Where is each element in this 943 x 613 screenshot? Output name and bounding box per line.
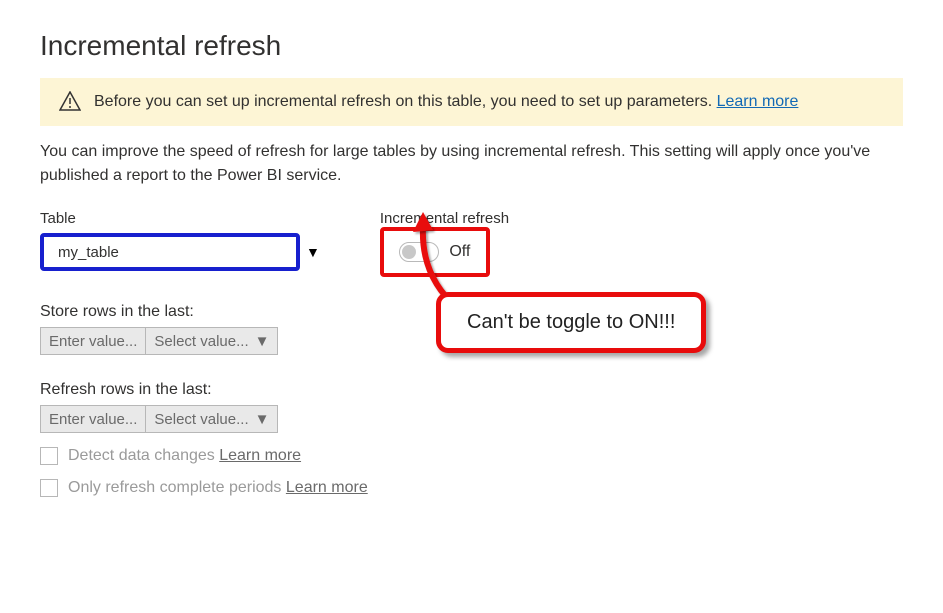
refresh-value-input[interactable]: Enter value...: [40, 405, 146, 433]
refresh-unit-placeholder: Select value...: [154, 411, 248, 428]
warning-learn-more-link[interactable]: Learn more: [717, 93, 799, 110]
table-label: Table: [40, 210, 320, 227]
description-text: You can improve the speed of refresh for…: [40, 140, 903, 188]
chevron-down-icon: ▼: [255, 333, 270, 350]
complete-periods-row: Only refresh complete periods Learn more: [40, 479, 903, 497]
refresh-rows-inputs: Enter value... Select value... ▼: [40, 405, 903, 433]
chevron-down-icon[interactable]: ▼: [306, 244, 320, 260]
refresh-rows-label: Refresh rows in the last:: [40, 381, 903, 399]
store-unit-select[interactable]: Select value... ▼: [146, 327, 278, 355]
complete-periods-learn-more-link[interactable]: Learn more: [286, 479, 368, 496]
detect-changes-checkbox[interactable]: [40, 447, 58, 465]
incremental-refresh-toggle[interactable]: [399, 242, 439, 262]
warning-message: Before you can set up incremental refres…: [94, 93, 717, 110]
complete-periods-checkbox[interactable]: [40, 479, 58, 497]
detect-changes-learn-more-link[interactable]: Learn more: [219, 447, 301, 464]
refresh-unit-select[interactable]: Select value... ▼: [146, 405, 278, 433]
page-title: Incremental refresh: [40, 30, 903, 62]
store-unit-placeholder: Select value...: [154, 333, 248, 350]
toggle-state-text: Off: [449, 243, 470, 261]
detect-changes-row: Detect data changes Learn more: [40, 447, 903, 465]
annotation-callout: Can't be toggle to ON!!!: [436, 292, 706, 353]
table-field: Table my_table ▼: [40, 210, 320, 271]
incremental-refresh-field: Incremental refresh Off: [380, 210, 509, 277]
warning-banner: Before you can set up incremental refres…: [40, 78, 903, 126]
table-selected-value: my_table: [58, 244, 119, 261]
store-value-input[interactable]: Enter value...: [40, 327, 146, 355]
incremental-refresh-label: Incremental refresh: [380, 210, 509, 227]
toggle-knob: [402, 245, 416, 259]
complete-periods-label: Only refresh complete periods: [68, 479, 281, 496]
chevron-down-icon: ▼: [255, 411, 270, 428]
incremental-refresh-toggle-highlight: Off: [380, 227, 490, 277]
detect-changes-label: Detect data changes: [68, 447, 215, 464]
warning-icon: [60, 92, 80, 110]
table-select[interactable]: my_table: [40, 233, 300, 271]
warning-text: Before you can set up incremental refres…: [94, 93, 798, 111]
